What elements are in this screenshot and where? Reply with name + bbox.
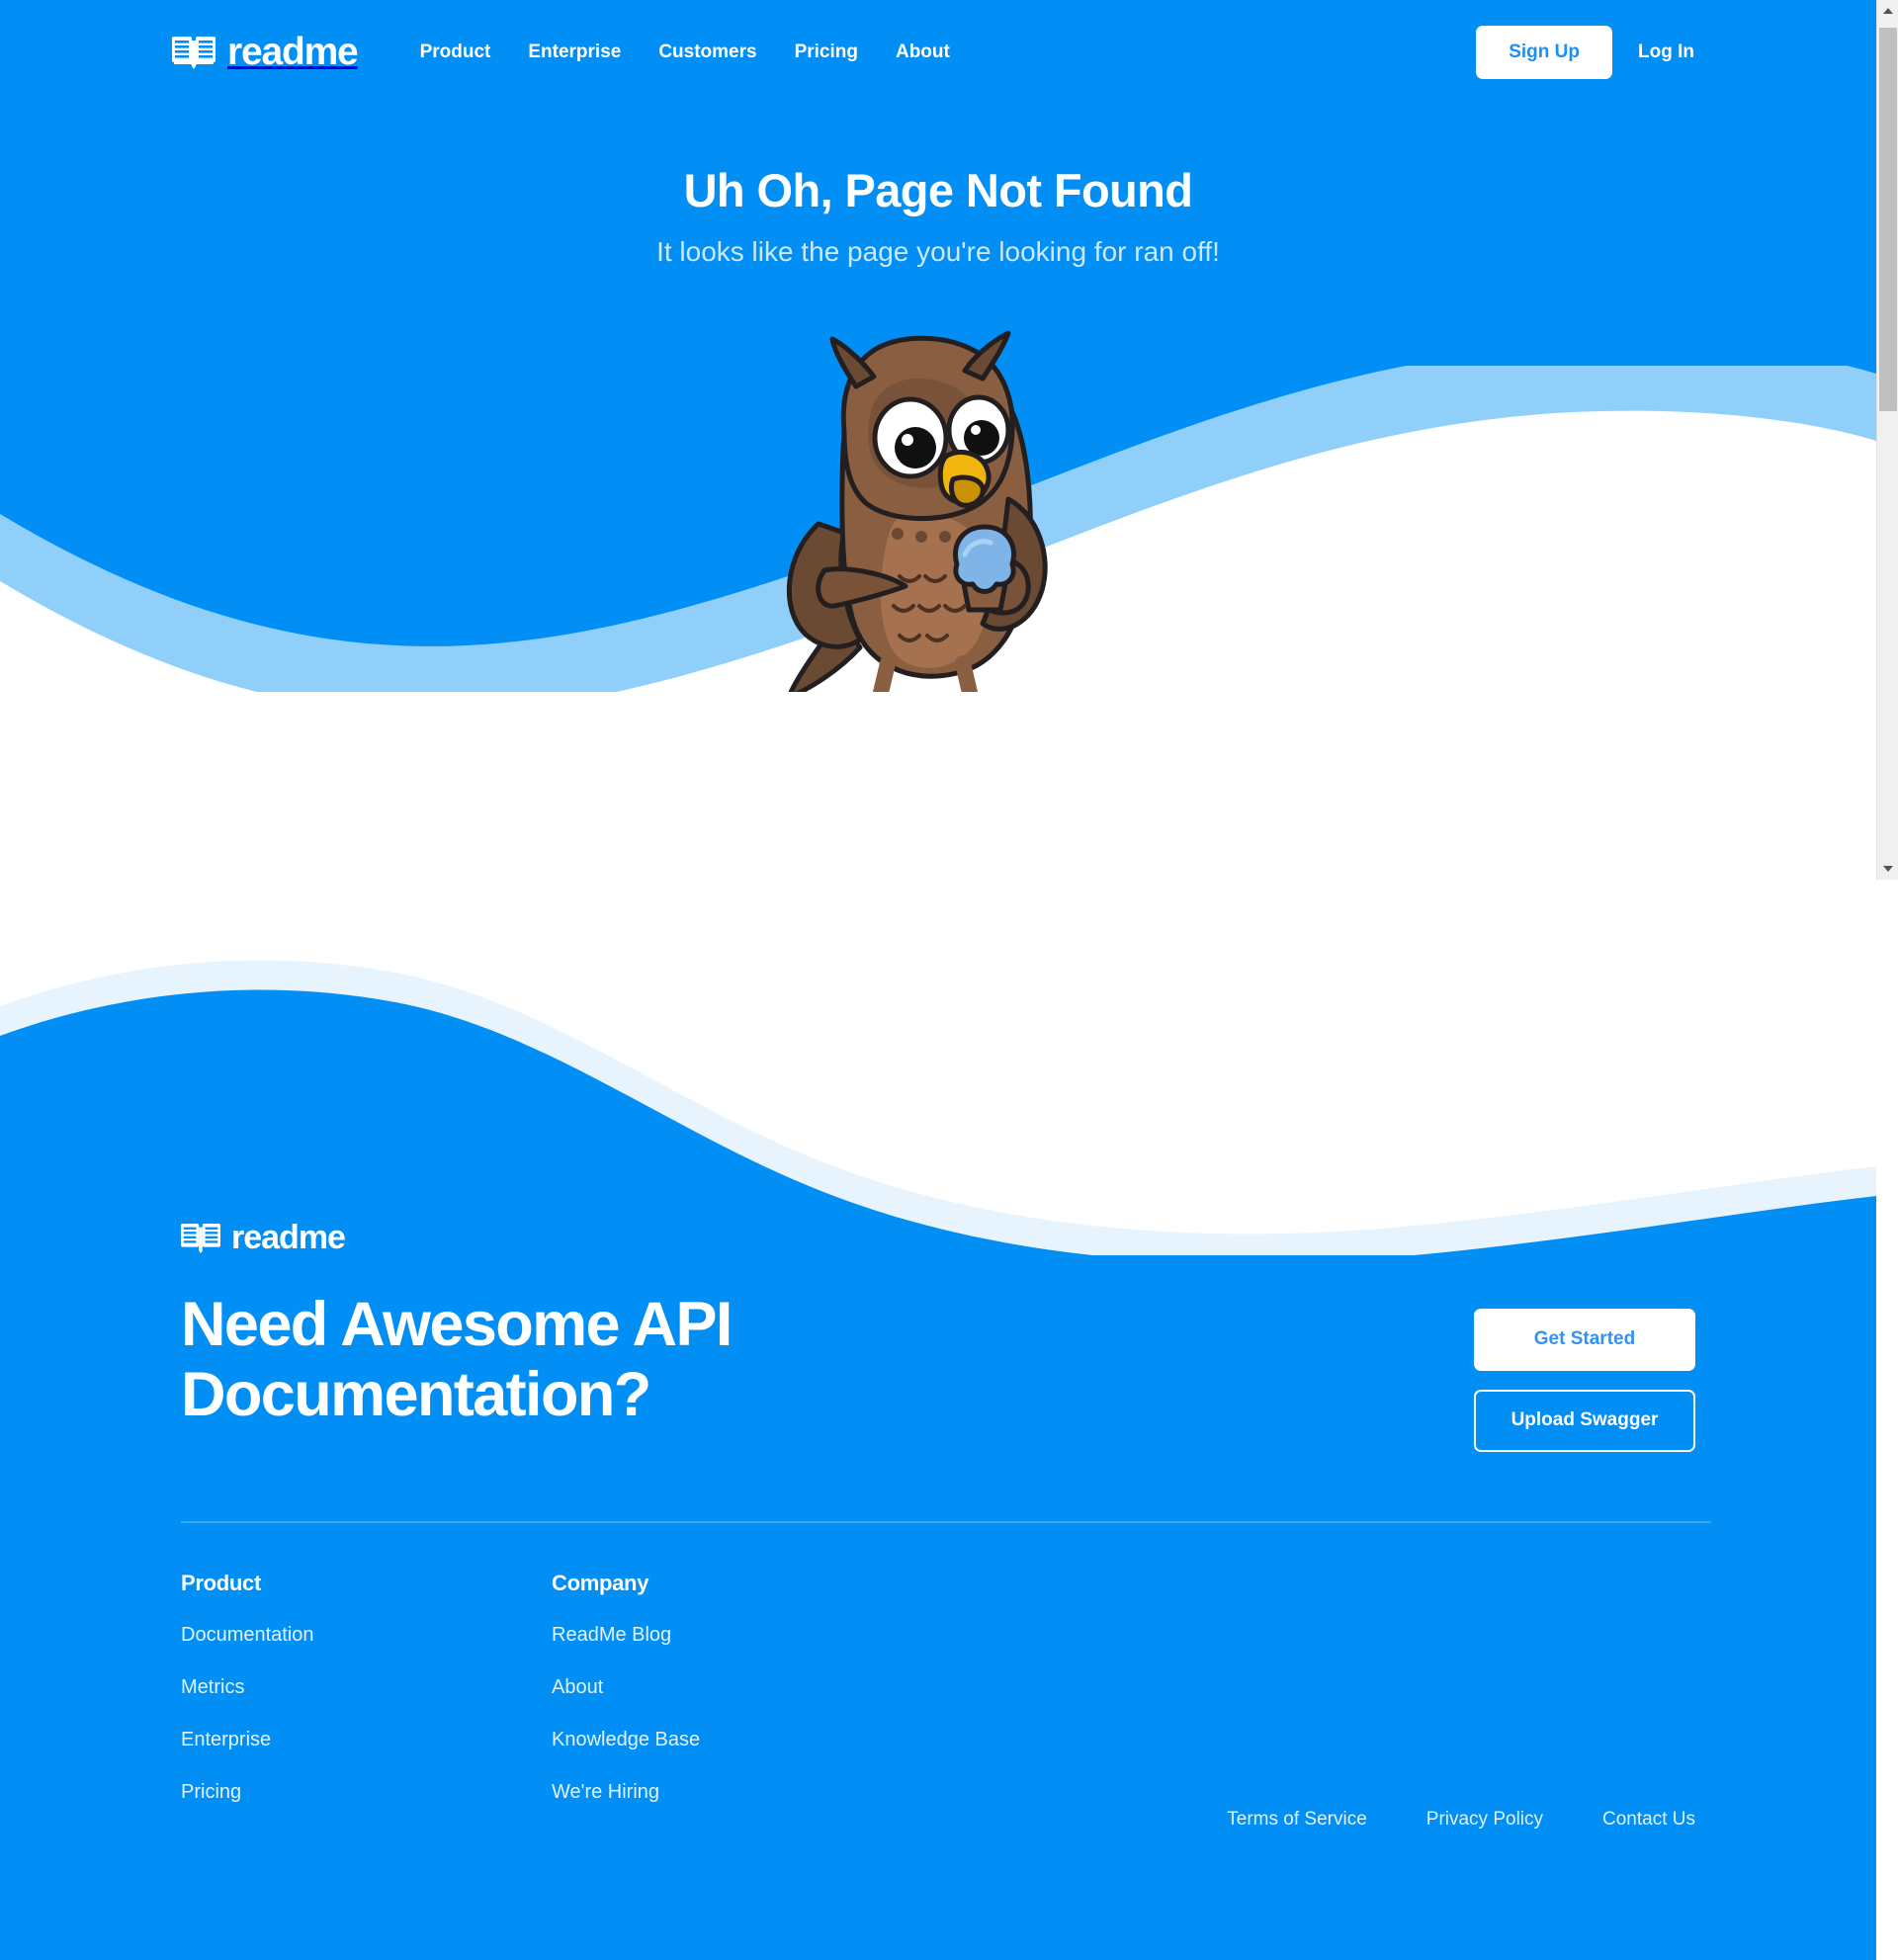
footer-cta-heading: Need Awesome API Documentation? <box>181 1290 733 1429</box>
footer-link-enterprise[interactable]: Enterprise <box>181 1729 552 1751</box>
page-title: Uh Oh, Page Not Found <box>683 164 1193 216</box>
footer-link-were-hiring[interactable]: We're Hiring <box>552 1781 922 1804</box>
footer-cta-buttons: Get Started Upload Swagger <box>1474 1309 1695 1452</box>
nav-item-product[interactable]: Product <box>401 42 510 63</box>
footer-link-metrics[interactable]: Metrics <box>181 1676 552 1699</box>
footer-link-documentation[interactable]: Documentation <box>181 1624 552 1647</box>
nav-item-enterprise[interactable]: Enterprise <box>509 42 640 63</box>
footer-link-pricing[interactable]: Pricing <box>181 1781 552 1804</box>
footer-link-knowledge-base[interactable]: Knowledge Base <box>552 1729 922 1751</box>
footer-link-readme-blog[interactable]: ReadMe Blog <box>552 1624 922 1647</box>
nav-actions: Sign Up Log In <box>1476 25 1720 79</box>
open-book-icon <box>172 36 216 69</box>
footer-section: readme Need Awesome API Documentation? G… <box>0 929 1876 1960</box>
nav-item-about[interactable]: About <box>877 42 969 63</box>
upload-swagger-button[interactable]: Upload Swagger <box>1474 1389 1695 1452</box>
footer-link-terms-of-service[interactable]: Terms of Service <box>1167 1809 1366 1831</box>
footer-legal-links: Terms of Service Privacy Policy Contact … <box>1167 1809 1695 1831</box>
page-subtitle: It looks like the page you're looking fo… <box>656 236 1220 268</box>
get-started-button[interactable]: Get Started <box>1474 1309 1695 1371</box>
footer-divider <box>181 1520 1711 1523</box>
vertical-scrollbar[interactable] <box>1876 0 1898 880</box>
nav-item-customers[interactable]: Customers <box>640 42 775 63</box>
footer-column-title: Company <box>552 1570 649 1595</box>
scroll-down-arrow-icon[interactable] <box>1877 858 1898 880</box>
page-root: Uh Oh, Page Not Found It looks like the … <box>0 0 1898 1960</box>
footer-column-title: Product <box>181 1570 262 1595</box>
nav-links: Product Enterprise Customers Pricing Abo… <box>401 42 969 63</box>
scrollbar-thumb[interactable] <box>1879 28 1897 411</box>
open-book-icon <box>181 1223 220 1253</box>
footer-brand-logo[interactable]: readme <box>181 1221 1695 1254</box>
owl-mascot-icon <box>786 330 1048 692</box>
log-in-link[interactable]: Log In <box>1612 42 1720 63</box>
footer-cta-row: Need Awesome API Documentation? Get Star… <box>181 1290 1695 1452</box>
hero-section: Uh Oh, Page Not Found It looks like the … <box>0 0 1876 692</box>
footer-link-about[interactable]: About <box>552 1676 922 1699</box>
footer-content: readme Need Awesome API Documentation? G… <box>0 929 1876 1833</box>
nav-item-pricing[interactable]: Pricing <box>776 42 877 63</box>
brand-logo-text: readme <box>227 31 359 73</box>
top-navigation-bar: readme Product Enterprise Customers Pric… <box>0 0 1876 104</box>
sign-up-button[interactable]: Sign Up <box>1476 25 1613 79</box>
footer-brand-logo-text: readme <box>231 1219 346 1256</box>
brand-logo-link[interactable]: readme <box>172 31 359 73</box>
footer-link-columns: Product Documentation Metrics Enterprise… <box>181 1571 1695 1833</box>
footer-link-privacy-policy[interactable]: Privacy Policy <box>1367 1809 1543 1831</box>
footer-column-company: Company ReadMe Blog About Knowledge Base… <box>552 1571 922 1833</box>
footer-column-product: Product Documentation Metrics Enterprise… <box>181 1571 552 1833</box>
owl-mascot-illustration <box>749 321 1105 692</box>
footer-link-contact-us[interactable]: Contact Us <box>1543 1809 1695 1831</box>
scroll-up-arrow-icon[interactable] <box>1877 0 1898 22</box>
